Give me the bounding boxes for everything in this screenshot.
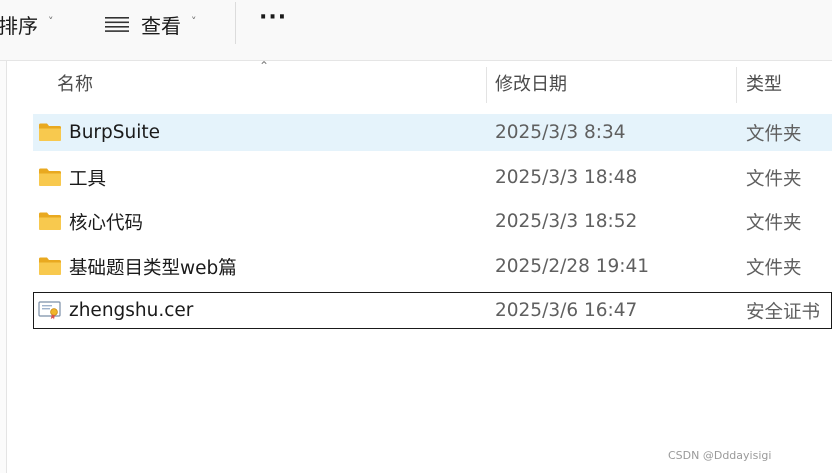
- more-options-icon[interactable]: ···: [259, 6, 287, 30]
- file-type: 文件夹: [746, 168, 802, 190]
- column-divider[interactable]: [736, 67, 737, 103]
- file-name: zhengshu.cer: [69, 300, 194, 321]
- view-lines-icon: [105, 17, 129, 32]
- file-name: BurpSuite: [69, 122, 161, 143]
- folder-icon: [39, 168, 61, 186]
- column-divider[interactable]: [486, 67, 487, 103]
- file-row[interactable]: zhengshu.cer 2025/3/6 16:47 安全证书: [33, 292, 832, 329]
- chevron-down-icon: ˅: [191, 14, 197, 28]
- file-type: 文件夹: [746, 257, 802, 279]
- file-row[interactable]: 基础题目类型web篇 2025/2/28 19:41 文件夹: [33, 248, 832, 285]
- certificate-icon: [38, 301, 61, 320]
- file-type: 文件夹: [746, 123, 802, 145]
- file-date: 2025/3/3 8:34: [495, 122, 626, 143]
- column-header: ⌃ 名称 修改日期 类型: [0, 59, 832, 105]
- file-date: 2025/3/6 16:47: [495, 300, 638, 321]
- navigation-pane-edge: [0, 61, 7, 473]
- sort-label: 排序: [0, 13, 38, 38]
- chevron-down-icon: ˅: [48, 14, 54, 28]
- column-header-modified[interactable]: 修改日期: [495, 61, 567, 105]
- command-bar: 排序 ˅ 查看 ˅ ···: [0, 0, 832, 61]
- file-type: 安全证书: [746, 301, 821, 323]
- sort-ascending-icon: ⌃: [259, 59, 270, 73]
- view-label: 查看: [141, 13, 181, 38]
- toolbar-separator: [235, 2, 236, 44]
- watermark: CSDN @Dddayisigi: [668, 449, 772, 462]
- file-row[interactable]: 工具 2025/3/3 18:48 文件夹: [33, 159, 832, 196]
- folder-icon: [39, 212, 61, 230]
- file-date: 2025/2/28 19:41: [495, 256, 650, 277]
- column-header-name[interactable]: 名称: [57, 61, 93, 105]
- column-header-type[interactable]: 类型: [746, 61, 782, 105]
- view-button[interactable]: 查看 ˅: [105, 0, 197, 48]
- file-date: 2025/3/3 18:48: [495, 167, 638, 188]
- file-type: 文件夹: [746, 212, 802, 234]
- file-row[interactable]: 核心代码 2025/3/3 18:52 文件夹: [33, 203, 832, 240]
- sort-button[interactable]: 排序 ˅: [0, 0, 54, 48]
- file-row[interactable]: BurpSuite 2025/3/3 8:34 文件夹: [33, 114, 832, 151]
- file-date: 2025/3/3 18:52: [495, 211, 638, 232]
- file-name: 核心代码: [69, 212, 144, 234]
- file-name: 基础题目类型web篇: [69, 257, 237, 279]
- file-name: 工具: [69, 168, 107, 190]
- folder-icon: [39, 257, 61, 275]
- folder-icon: [39, 123, 61, 141]
